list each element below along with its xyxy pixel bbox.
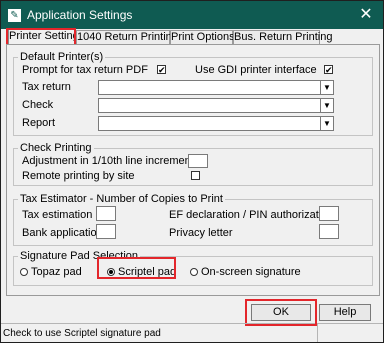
status-bar-pane [317, 323, 383, 342]
ef-declaration-label: EF declaration / PIN authorization [169, 209, 334, 221]
topaz-pad-label[interactable]: Topaz pad [31, 265, 82, 279]
default-printers-group: Default Printer(s) Prompt for tax return… [13, 51, 373, 136]
report-printer-select[interactable]: ▼ [98, 116, 334, 131]
chevron-down-icon[interactable]: ▼ [320, 81, 333, 94]
topaz-pad-radio[interactable] [20, 268, 28, 276]
status-bar: Check to use Scriptel signature pad [1, 323, 315, 342]
chevron-down-icon[interactable]: ▼ [320, 99, 333, 112]
tax-estimator-group: Tax Estimator - Number of Copies to Prin… [13, 193, 373, 246]
chevron-down-icon[interactable]: ▼ [320, 117, 333, 130]
tab-1040-return-printing[interactable]: 1040 Return Printing [76, 30, 178, 44]
bank-application-copies-input[interactable] [96, 224, 116, 239]
application-settings-window: ✎ Application Settings ✕ Printer Setting… [0, 0, 384, 343]
tax-estimator-title: Tax Estimator - Number of Copies to Prin… [18, 193, 225, 205]
app-icon: ✎ [8, 8, 21, 22]
check-label: Check [22, 99, 54, 111]
report-label: Report [22, 117, 56, 129]
on-screen-signature-label[interactable]: On-screen signature [201, 265, 301, 279]
prompt-pdf-label: Prompt for tax return PDF [22, 64, 148, 76]
tax-return-label: Tax return [22, 81, 71, 93]
default-printers-title: Default Printer(s) [18, 51, 106, 63]
prompt-pdf-checkbox[interactable]: ✔ [157, 65, 166, 75]
tab-print-options[interactable]: Print Options [170, 30, 235, 44]
signature-pad-group: Signature Pad Selection Topaz pad Script… [13, 250, 373, 286]
title-bar: ✎ Application Settings ✕ [1, 1, 383, 29]
close-icon[interactable]: ✕ [357, 6, 375, 24]
privacy-letter-copies-input[interactable] [319, 224, 339, 239]
gdi-checkbox[interactable]: ✔ [324, 65, 333, 75]
privacy-letter-label: Privacy letter [169, 227, 233, 239]
ef-declaration-copies-input[interactable] [319, 206, 339, 221]
tax-estimation-copies-input[interactable] [96, 206, 116, 221]
tax-estimation-label: Tax estimation [22, 209, 93, 221]
highlight-ok [245, 299, 317, 326]
remote-printing-label: Remote printing by site [22, 170, 135, 182]
highlight-scriptel [97, 257, 176, 279]
gdi-label: Use GDI printer interface [195, 64, 317, 76]
help-button[interactable]: Help [319, 304, 371, 321]
tax-return-printer-select[interactable]: ▼ [98, 80, 334, 95]
window-title: Application Settings [27, 8, 133, 22]
check-printing-group: Check Printing Adjustment in 1/10th line… [13, 142, 373, 186]
on-screen-signature-radio[interactable] [190, 268, 198, 276]
adjustment-label: Adjustment in 1/10th line increments [22, 155, 200, 167]
check-printing-title: Check Printing [18, 142, 94, 154]
bank-application-label: Bank application [22, 227, 103, 239]
adjustment-input[interactable] [188, 154, 208, 168]
check-printer-select[interactable]: ▼ [98, 98, 334, 113]
remote-printing-checkbox[interactable] [191, 171, 200, 180]
tab-bus-return-printing[interactable]: Bus. Return Printing [233, 30, 332, 44]
printer-settings-panel: Default Printer(s) Prompt for tax return… [6, 44, 380, 296]
